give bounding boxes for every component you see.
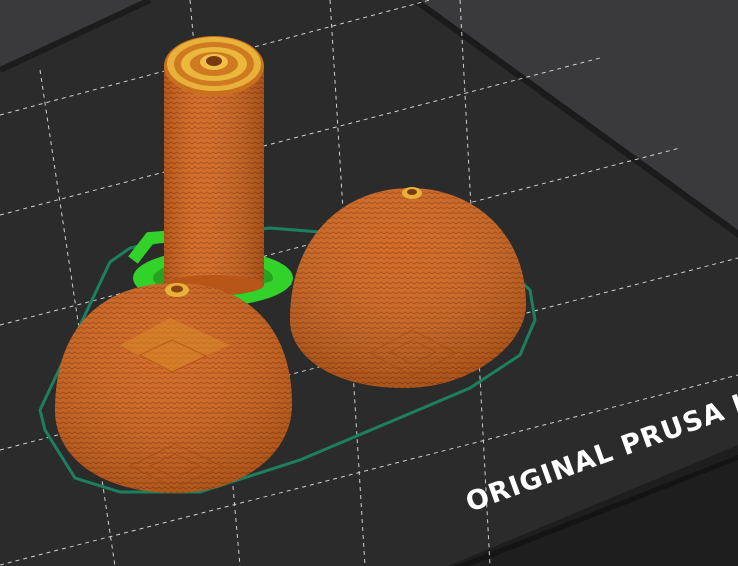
3d-scene[interactable]: ORIGINAL PRUSA I [0,0,738,566]
3d-viewport[interactable]: ORIGINAL PRUSA I [0,0,738,566]
dome-left-object[interactable] [55,283,292,493]
cylinder-object[interactable] [164,36,264,295]
